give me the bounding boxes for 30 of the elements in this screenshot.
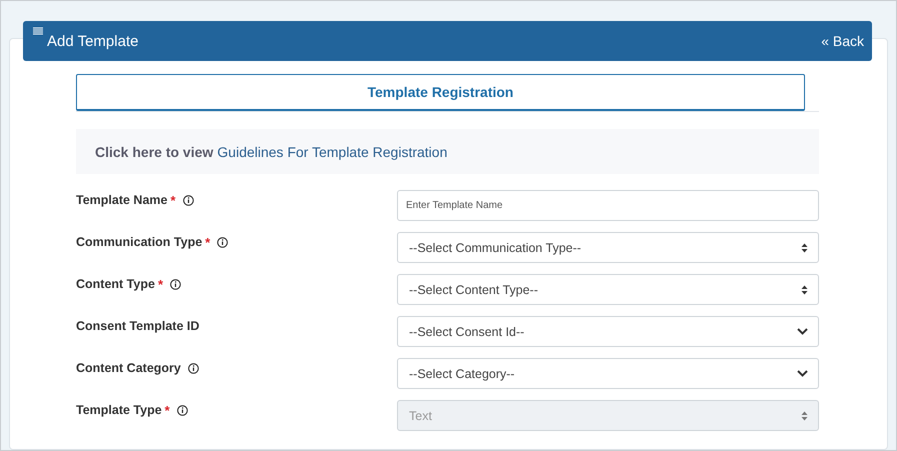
back-link[interactable]: « Back: [821, 33, 864, 49]
info-icon[interactable]: [188, 363, 199, 374]
menu-icon[interactable]: [33, 26, 43, 34]
field-label: Consent Template ID: [76, 319, 200, 333]
required-mark: *: [205, 235, 210, 250]
field-label: Template Type: [76, 403, 162, 417]
info-icon[interactable]: [182, 195, 194, 206]
required-mark: *: [158, 277, 163, 292]
field-label: Content Category: [76, 361, 181, 375]
dropdown[interactable]: --Select Communication Type--: [397, 232, 819, 263]
guidelines-prompt: Click here to view: [95, 144, 214, 160]
guidelines-link[interactable]: Guidelines For Template Registration: [217, 144, 448, 160]
info-icon[interactable]: [170, 279, 181, 290]
info-icon[interactable]: [217, 237, 228, 248]
sort-arrows-icon: [801, 410, 808, 420]
text-field[interactable]: Enter Template Name: [397, 190, 819, 221]
required-mark: *: [170, 193, 176, 208]
chevron-down-icon: [797, 328, 808, 335]
sort-arrows-icon: [801, 242, 808, 252]
dropdown[interactable]: --Select Category--: [397, 358, 819, 389]
required-mark: *: [164, 403, 170, 418]
page-title: Add Template: [47, 32, 138, 50]
field-label: Template Name: [76, 193, 168, 207]
dropdown[interactable]: --Select Consent Id--: [397, 316, 819, 347]
dropdown[interactable]: --Select Content Type--: [397, 274, 819, 305]
field-label: Content Type: [76, 277, 155, 291]
field-label: Communication Type: [76, 235, 202, 249]
sort-arrows-icon: [801, 284, 808, 294]
tab[interactable]: Template Registration: [76, 74, 805, 111]
chevron-down-icon: [797, 370, 808, 377]
